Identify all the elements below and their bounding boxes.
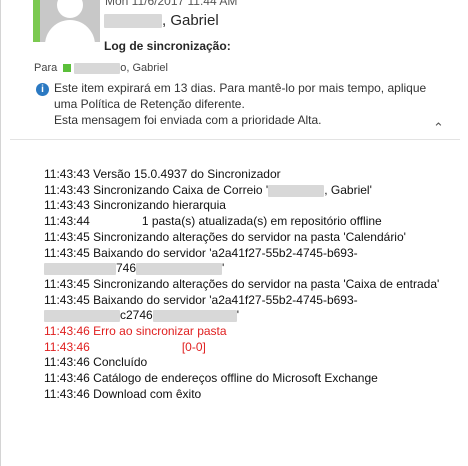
log-line: 11:43:46 Catálogo de endereços offline d… (44, 371, 378, 386)
log-line-error: 11:43:46 [0-0] (44, 339, 206, 354)
log-line: 11:43:45 Sincronizando alterações do ser… (44, 229, 406, 244)
log-line-continuation: c2746 ' (44, 308, 459, 324)
chevron-up-icon[interactable]: ⌃ (433, 120, 444, 136)
log-line: 11:43:43 Versão 15.0.4937 do Sincronizad… (44, 167, 281, 181)
log-line: 11:43:43 Sincronizando hierarquia (44, 198, 226, 213)
redacted-block (268, 184, 325, 197)
retention-notice: Este item expirará em 13 dias. Para mant… (54, 81, 427, 111)
sender-name[interactable]: , Gabriel (104, 12, 219, 29)
log-line: 11:43:43 Sincronizando Caixa de Correio … (44, 182, 372, 197)
log-line: 11:43:45 Baixando do servidor 'a2a41f27-… (44, 245, 358, 260)
recipient-name-text: o, Gabriel (120, 62, 168, 74)
message-datetime: Mon 11/6/2017 11:44 AM (105, 0, 238, 8)
info-icon: i (36, 83, 49, 96)
left-border (0, 0, 1, 466)
header-divider (10, 139, 460, 140)
message-body: 11:43:43 Versão 15.0.4937 do Sincronizad… (44, 167, 459, 403)
recipient-presence-icon (63, 64, 72, 73)
avatar-shoulders (45, 20, 95, 42)
recipient-name[interactable]: o, Gabriel (74, 62, 168, 74)
log-line: 11:43:46 Concluído (44, 355, 148, 370)
to-label: Para (34, 62, 58, 74)
redacted-block (136, 263, 223, 276)
redacted-block (104, 14, 162, 29)
redacted-block (74, 62, 121, 74)
priority-notice: Esta mensagem foi enviada com a priorida… (54, 113, 322, 127)
message-subject: Log de sincronização: (104, 39, 231, 53)
log-line-continuation: 746 ' (44, 261, 459, 277)
presence-indicator (33, 0, 40, 42)
redacted-block (152, 310, 237, 323)
log-line: 11:43:45 Baixando do servidor 'a2a41f27-… (44, 292, 358, 307)
redacted-block (44, 310, 120, 323)
sender-name-text: , Gabriel (162, 12, 219, 29)
sender-avatar[interactable] (40, 0, 100, 42)
avatar-head (57, 0, 83, 18)
log-line: 11:43:45 Sincronizando alterações do ser… (44, 276, 440, 291)
log-line: 11:43:44 1 pasta(s) atualizada(s) em repo… (44, 214, 382, 229)
recipients-row: Para o, Gabriel (34, 62, 168, 74)
info-notice: Este item expirará em 13 dias. Para mant… (54, 80, 434, 128)
log-line-error: 11:43:46 Erro ao sincronizar pasta (44, 324, 227, 339)
redacted-block (44, 263, 116, 276)
log-line: 11:43:46 Download com êxito (44, 386, 202, 401)
